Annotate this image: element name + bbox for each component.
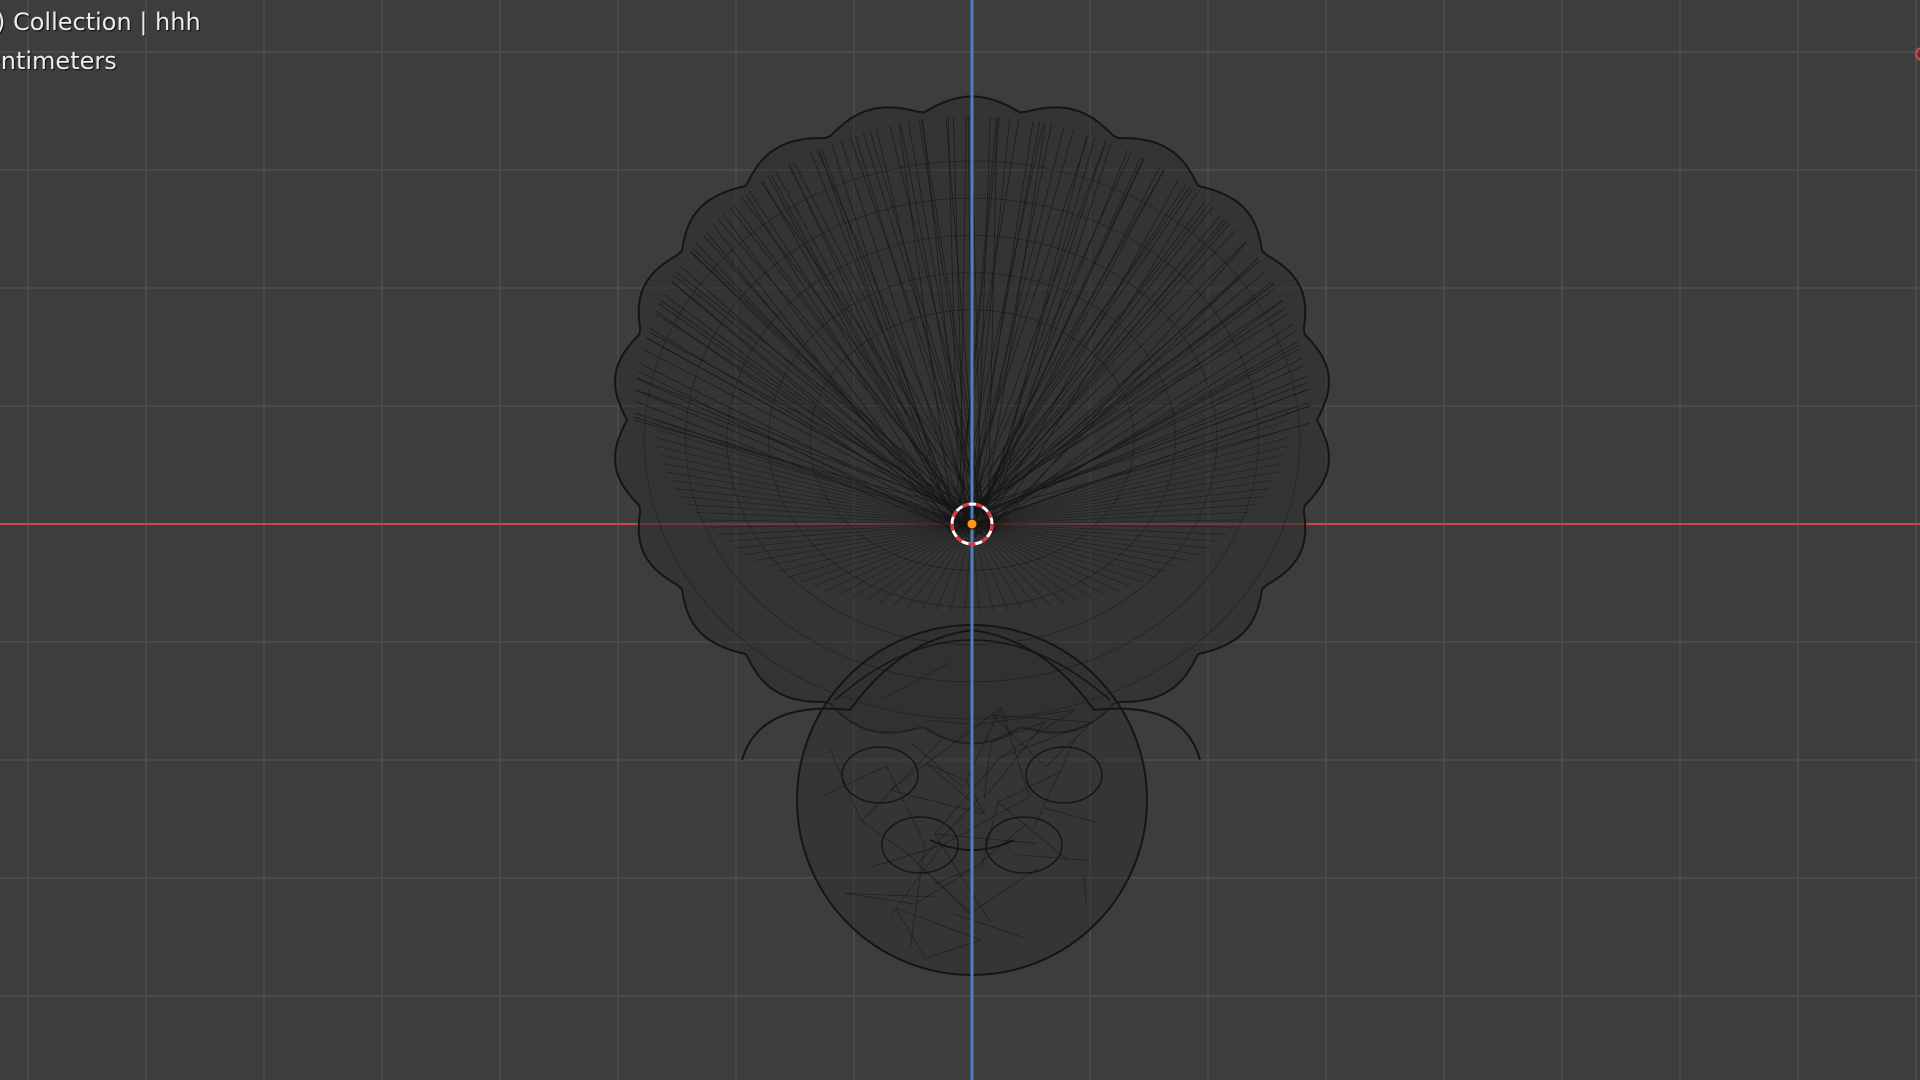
3d-viewport[interactable]: ) Collection | hhh entimeters bbox=[0, 0, 1920, 1080]
viewport-canvas[interactable] bbox=[0, 0, 1920, 1080]
grid-unit-label: entimeters bbox=[0, 47, 117, 75]
view-layer-collection-label: ) Collection | hhh bbox=[0, 8, 201, 36]
object-origin-icon[interactable] bbox=[966, 518, 978, 530]
